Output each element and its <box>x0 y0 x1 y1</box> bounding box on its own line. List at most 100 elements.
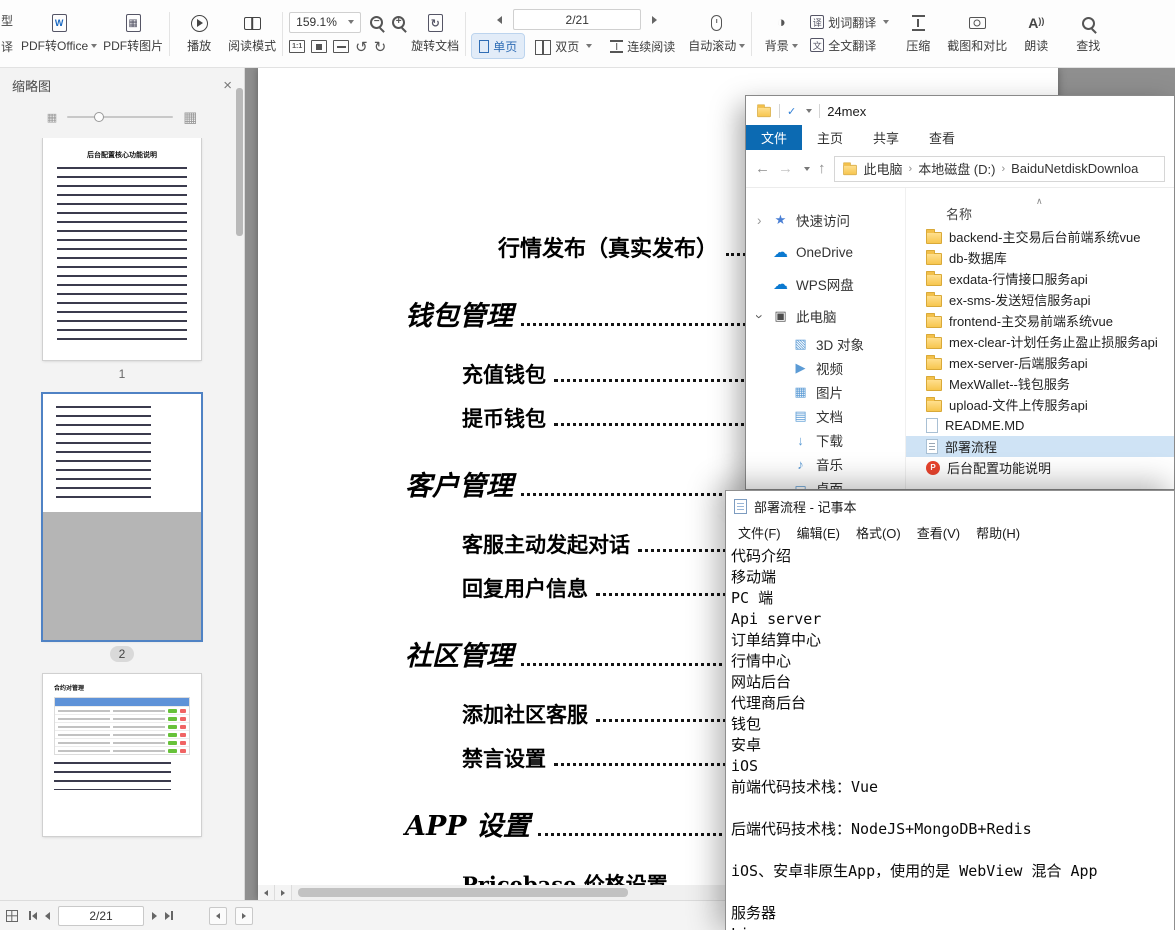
compress-button[interactable]: 压缩 <box>895 3 941 65</box>
read-mode-button[interactable]: 阅读模式 <box>228 3 276 65</box>
thumbnail-size-slider[interactable] <box>67 116 173 118</box>
statusbar-page-input[interactable] <box>58 906 144 926</box>
ribbon-tab[interactable]: 主页 <box>802 125 858 150</box>
file-row[interactable]: backend-主交易后台前端系统vue <box>906 226 1174 247</box>
sidebar-nav-item[interactable]: 文档 <box>746 404 905 428</box>
previous-page-icon[interactable] <box>497 16 502 24</box>
sidebar-nav-item[interactable]: 图片 <box>746 380 905 404</box>
explorer-body: 快速访问 OneDrive WPS网盘 此电脑 <box>746 188 1174 489</box>
double-page-button[interactable]: 双页 <box>528 34 599 58</box>
chevron-down-icon[interactable] <box>806 109 812 116</box>
read-aloud-button[interactable]: 朗读 <box>1013 3 1059 65</box>
rotate-document-button[interactable]: 旋转文档 <box>411 3 459 65</box>
sidebar-nav-item[interactable]: OneDrive <box>746 236 905 268</box>
file-row[interactable]: mex-server-后端服务api <box>906 352 1174 373</box>
fit-width-button[interactable] <box>333 40 349 53</box>
file-row[interactable]: db-数据库 <box>906 247 1174 268</box>
rotate-right-icon[interactable] <box>374 38 387 56</box>
rotate-left-icon[interactable] <box>355 38 368 56</box>
explorer-titlebar[interactable]: 24mex <box>746 96 1174 126</box>
menu-item[interactable]: 文件(F) <box>730 523 789 542</box>
notepad-titlebar[interactable]: 部署流程 - 记事本 <box>726 491 1174 521</box>
sidebar-nav-item[interactable]: 视频 <box>746 356 905 380</box>
file-row[interactable]: mex-clear-计划任务止盈止损服务api <box>906 331 1174 352</box>
file-row[interactable]: README.MD <box>906 415 1174 436</box>
slider-knob[interactable] <box>94 112 104 122</box>
sidebar-nav-item[interactable]: 音乐 <box>746 452 905 476</box>
scroll-right-button[interactable] <box>275 885 292 900</box>
breadcrumb-item[interactable]: BaiduNetdiskDownloa <box>1011 161 1138 176</box>
next-page-button[interactable] <box>152 912 157 920</box>
menu-item[interactable]: 格式(O) <box>848 523 909 542</box>
play-button[interactable]: 播放 <box>176 3 222 65</box>
next-page-icon[interactable] <box>652 16 657 24</box>
breadcrumb-item[interactable]: 此电脑 <box>864 159 903 178</box>
last-page-button[interactable] <box>165 911 173 920</box>
ribbon-tab[interactable]: 文件 <box>746 125 802 150</box>
quick-access-check-icon[interactable] <box>787 105 796 118</box>
scroll-left-button[interactable] <box>258 885 275 900</box>
pdf-to-image-button[interactable]: PDF转图片 <box>103 3 163 65</box>
previous-view-button[interactable] <box>209 907 227 925</box>
thumbnail-page-2-current[interactable] <box>43 394 201 640</box>
single-page-button[interactable]: 单页 <box>472 34 524 58</box>
word-translate-button[interactable]: 划词翻译 <box>810 14 889 31</box>
menu-item[interactable]: 编辑(E) <box>789 523 848 542</box>
column-header-name[interactable]: 名称 <box>906 200 1174 226</box>
file-row[interactable]: ex-sms-发送短信服务api <box>906 289 1174 310</box>
zoom-level-select[interactable]: 159.1% <box>289 12 361 33</box>
up-button[interactable] <box>818 160 826 177</box>
first-page-button[interactable] <box>29 911 37 920</box>
address-bar[interactable]: 此电脑 本地磁盘 (D:) BaiduNetdiskDownloa <box>834 156 1166 182</box>
thumbnail-page-1[interactable]: 后台配置核心功能说明 <box>43 138 201 360</box>
clipped-button-label[interactable]: 译 <box>1 38 15 55</box>
sidebar-nav-icon <box>772 243 789 261</box>
chevron-down-icon[interactable] <box>804 167 810 174</box>
thumbnail-page-3[interactable]: 合约对管理 <box>43 674 201 836</box>
clipped-toolbar-buttons[interactable]: 型 译 <box>0 12 15 55</box>
notepad-text-area[interactable]: 代码介绍 移动端 PC 端 Api server 订单结算中心 行情中心 网站后… <box>726 543 1174 930</box>
file-row[interactable]: 后台配置功能说明 <box>906 457 1174 478</box>
continuous-reading-button[interactable]: 连续阅读 <box>603 34 682 58</box>
ribbon-tab[interactable]: 共享 <box>858 125 914 150</box>
file-type-icon <box>926 461 940 475</box>
file-row[interactable]: MexWallet--钱包服务 <box>906 373 1174 394</box>
page-number-input[interactable] <box>513 9 641 30</box>
close-icon[interactable] <box>223 77 232 94</box>
file-row[interactable]: upload-文件上传服务api <box>906 394 1174 415</box>
auto-scroll-button[interactable]: 自动滚动 <box>688 3 745 65</box>
file-row[interactable]: 部署流程 <box>906 436 1174 457</box>
sidebar-nav-item[interactable]: 此电脑 <box>746 300 905 332</box>
sidebar-nav-item[interactable]: 下载 <box>746 428 905 452</box>
next-view-button[interactable] <box>235 907 253 925</box>
background-button[interactable]: 背景 <box>758 3 804 65</box>
breadcrumb-item[interactable]: 本地磁盘 (D:) <box>918 159 995 178</box>
thumbnail-page-title: 后台配置核心功能说明 <box>57 150 187 160</box>
full-translate-button[interactable]: 全文翻译 <box>810 37 889 54</box>
sidebar-nav-item[interactable]: WPS网盘 <box>746 268 905 300</box>
zoom-in-icon[interactable] <box>392 16 405 29</box>
fit-page-button[interactable] <box>311 40 327 53</box>
menu-item[interactable]: 查看(V) <box>909 523 968 542</box>
ribbon-tab[interactable]: 查看 <box>914 125 970 150</box>
scrollbar-thumb[interactable] <box>298 888 628 897</box>
sidebar-nav-label: 快速访问 <box>796 210 850 230</box>
sidebar-nav-item[interactable]: 桌面 <box>746 476 905 489</box>
sidebar-nav-item[interactable]: 3D 对象 <box>746 332 905 356</box>
find-button[interactable]: 查找 <box>1065 3 1111 65</box>
grid-view-icon[interactable] <box>6 910 18 922</box>
forward-button[interactable] <box>778 160 793 177</box>
actual-size-button[interactable]: 1:1 <box>289 40 305 53</box>
file-row[interactable]: frontend-主交易前端系统vue <box>906 310 1174 331</box>
menu-item[interactable]: 帮助(H) <box>968 523 1028 542</box>
prev-page-button[interactable] <box>45 912 50 920</box>
clipped-button-label[interactable]: 型 <box>1 12 15 29</box>
file-row[interactable]: exdata-行情接口服务api <box>906 268 1174 289</box>
sidebar-nav-item[interactable]: 快速访问 <box>746 204 905 236</box>
pdf-to-office-button[interactable]: PDF转Office <box>21 3 97 65</box>
screenshot-compare-button[interactable]: 截图和对比 <box>947 3 1007 65</box>
zoom-out-icon[interactable] <box>370 16 383 29</box>
first-page-bar-icon <box>29 911 31 920</box>
back-button[interactable] <box>755 160 770 177</box>
thumbnail-panel-scrollbar[interactable] <box>236 88 243 236</box>
